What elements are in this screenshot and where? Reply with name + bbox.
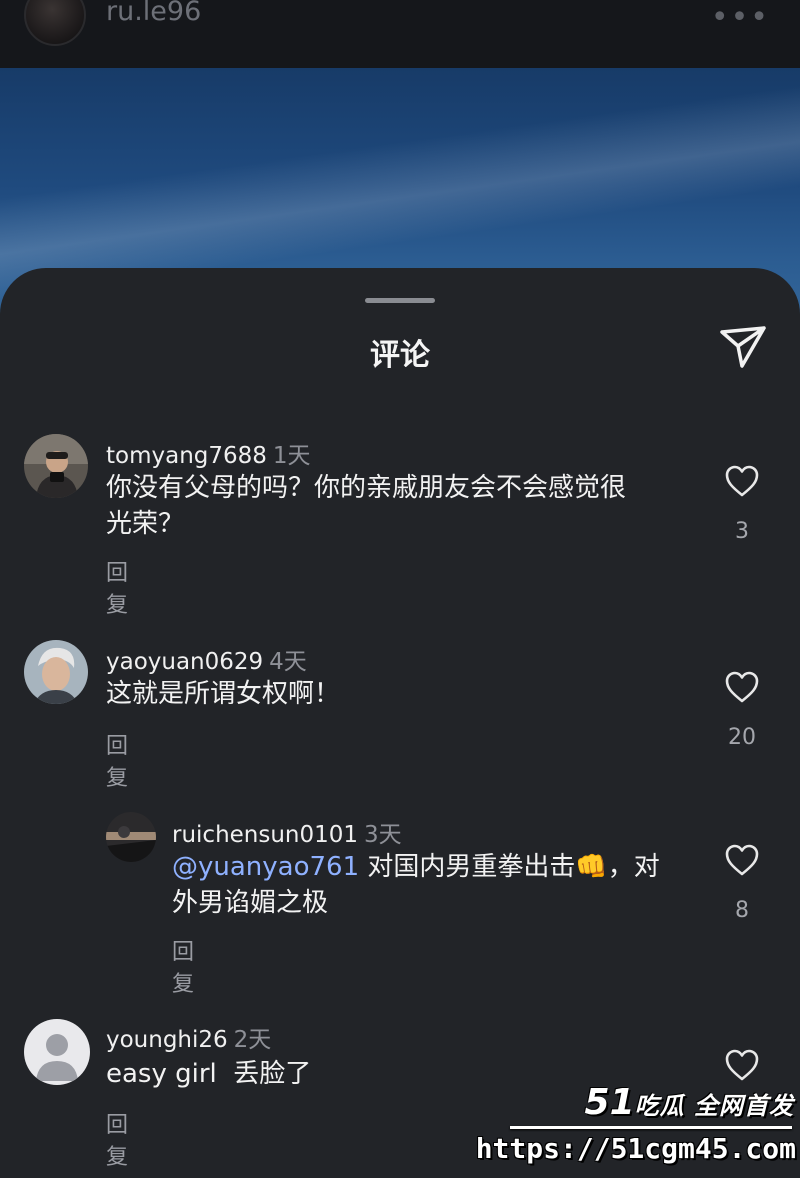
like-count: 8: [735, 898, 749, 923]
comment-time: 1天: [272, 443, 311, 469]
comment-time: 3天: [364, 822, 402, 848]
comment-text-line: @yuanyao761 对国内男重拳出击👊，对: [172, 849, 692, 885]
screen: ru.le96 ••• 评论 tomyang7688 1天 你没有父母的吗？你的亲…: [0, 0, 800, 1178]
top-bar: ru.le96 •••: [0, 0, 800, 68]
username-text[interactable]: tomyang7688: [106, 443, 267, 469]
comment-text: 这就是所谓女权啊！: [106, 676, 696, 712]
commenter-username[interactable]: younghi26 2天: [106, 1020, 271, 1054]
avatar-photo: [24, 434, 88, 498]
comment-text-line: 外男谄媚之极: [172, 888, 329, 918]
profile-username[interactable]: ru.le96: [106, 0, 201, 27]
avatar-photo: [24, 640, 88, 704]
comment-text: 你没有父母的吗？你的亲戚朋友会不会感觉很 光荣？: [106, 470, 696, 542]
commenter-avatar[interactable]: [24, 640, 88, 704]
like-count: 20: [728, 725, 756, 750]
share-send-icon[interactable]: [718, 324, 768, 370]
comment-text-line: 这就是所谓女权啊！: [106, 679, 341, 709]
username-text[interactable]: ruichensun0101: [172, 822, 358, 848]
watermark-logo-text: 吃瓜 全网首发: [634, 1092, 794, 1120]
sheet-drag-handle[interactable]: [365, 298, 435, 303]
comment-text-line: 你没有父母的吗？你的亲戚朋友会不会感觉很: [106, 473, 627, 503]
watermark-url: https://51cgm45.com: [475, 1132, 796, 1165]
commenter-avatar[interactable]: [24, 434, 88, 498]
like-count: 3: [735, 519, 749, 544]
watermark-divider: [510, 1126, 792, 1129]
watermark-logo-num: 51: [584, 1082, 635, 1123]
watermark-logo: 51吃瓜 全网首发: [585, 1082, 794, 1123]
comment-text-line: 光荣？: [106, 509, 185, 539]
username-text[interactable]: younghi26: [106, 1027, 228, 1053]
avatar-photo: [106, 812, 156, 862]
watermark: 51吃瓜 全网首发 https://51cgm45.com: [476, 1078, 800, 1178]
username-text[interactable]: yaoyuan0629: [106, 649, 263, 675]
commenter-avatar[interactable]: [24, 1019, 90, 1085]
reply-button[interactable]: 回复: [172, 934, 194, 998]
comment-time: 2天: [233, 1027, 272, 1053]
comment-time: 4天: [269, 649, 307, 675]
more-options-icon[interactable]: •••: [711, 0, 770, 35]
sheet-title: 评论: [370, 338, 430, 373]
comment-text: @yuanyao761 对国内男重拳出击👊，对 外男谄媚之极: [172, 849, 692, 921]
heart-icon[interactable]: [724, 843, 760, 877]
reply-button[interactable]: 回复: [106, 555, 128, 619]
default-avatar-icon: [24, 1019, 90, 1085]
commenter-username[interactable]: tomyang7688 1天: [106, 436, 311, 470]
mention-link[interactable]: @yuanyao761: [172, 852, 359, 882]
commenter-avatar[interactable]: [106, 812, 156, 862]
commenter-username[interactable]: ruichensun0101 3天: [172, 815, 402, 849]
comment-text-segment: 对国内男重拳出击👊，对: [359, 852, 660, 882]
heart-icon[interactable]: [724, 670, 760, 704]
reply-button[interactable]: 回复: [106, 728, 128, 792]
profile-avatar[interactable]: [24, 0, 86, 46]
heart-icon[interactable]: [724, 1048, 760, 1082]
commenter-username[interactable]: yaoyuan0629 4天: [106, 642, 307, 676]
heart-icon[interactable]: [724, 464, 760, 498]
reply-button[interactable]: 回复: [106, 1107, 128, 1171]
